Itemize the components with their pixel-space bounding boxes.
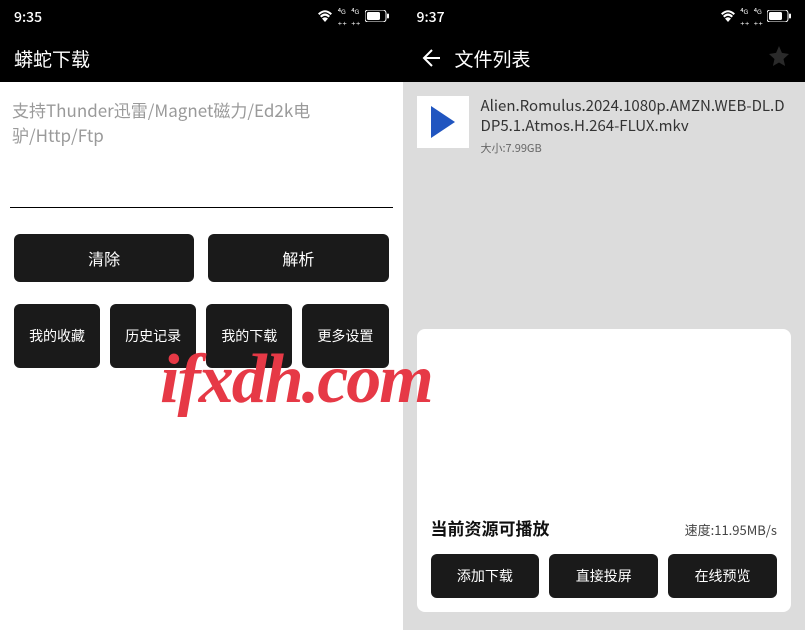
add-download-label: 添加下载 [457, 566, 513, 586]
card-actions: 添加下载 直接投屏 在线预览 [431, 554, 778, 598]
card-status-row: 当前资源可播放 速度:11.95MB/s [431, 515, 778, 540]
primary-actions: 清除 解析 [0, 208, 403, 296]
status-icons: ⁴ᴳ₊₊ ⁴ᴳ₊₊ [720, 7, 791, 27]
downloads-label: 我的下载 [221, 327, 277, 345]
favorites-button[interactable]: 我的收藏 [14, 304, 100, 368]
favorites-label: 我的收藏 [29, 327, 85, 345]
downloads-button[interactable]: 我的下载 [206, 304, 292, 368]
file-list-item[interactable]: Alien.Romulus.2024.1080p.AMZN.WEB-DL.DDP… [403, 82, 805, 170]
battery-icon [767, 7, 791, 27]
screenshot-right: 9:37 ⁴ᴳ₊₊ ⁴ᴳ₊₊ 文件列表 Alien.Romulus.2024.1… [403, 0, 805, 630]
play-icon [417, 96, 469, 148]
secondary-actions: 我的收藏 历史记录 我的下载 更多设置 [0, 296, 403, 382]
url-input[interactable]: 支持Thunder迅雷/Magnet磁力/Ed2k电驴/Http/Ftp [0, 82, 403, 207]
playable-status: 当前资源可播放 [431, 515, 550, 540]
parse-button[interactable]: 解析 [208, 234, 388, 282]
star-icon[interactable] [767, 44, 791, 73]
online-preview-button[interactable]: 在线预览 [668, 554, 777, 598]
signal-icon-2: ⁴ᴳ₊₊ [351, 8, 361, 26]
status-icons: ⁴ᴳ₊₊ ⁴ᴳ₊₊ [317, 7, 388, 27]
screenshot-left: 9:35 ⁴ᴳ₊₊ ⁴ᴳ₊₊ 蟒蛇下载 支持Thunder迅雷/Magnet磁力… [0, 0, 403, 630]
file-info: Alien.Romulus.2024.1080p.AMZN.WEB-DL.DDP… [481, 96, 792, 156]
wifi-icon [720, 7, 736, 27]
history-button[interactable]: 历史记录 [110, 304, 196, 368]
clear-label: 清除 [88, 246, 120, 270]
title-bar: 文件列表 [403, 34, 805, 82]
status-time: 9:37 [417, 7, 445, 27]
preview-label: 在线预览 [695, 566, 751, 586]
wifi-icon [317, 7, 333, 27]
title-bar: 蟒蛇下载 [0, 34, 403, 82]
clear-button[interactable]: 清除 [14, 234, 194, 282]
add-download-button[interactable]: 添加下载 [431, 554, 540, 598]
page-title: 文件列表 [455, 45, 531, 72]
cast-label: 直接投屏 [576, 566, 632, 586]
waveform-area [431, 345, 778, 515]
playback-card: 当前资源可播放 速度:11.95MB/s 添加下载 直接投屏 在线预览 [417, 329, 792, 612]
cast-button[interactable]: 直接投屏 [549, 554, 658, 598]
status-bar: 9:35 ⁴ᴳ₊₊ ⁴ᴳ₊₊ [0, 0, 403, 34]
file-size: 大小:7.99GB [481, 140, 792, 156]
file-name: Alien.Romulus.2024.1080p.AMZN.WEB-DL.DDP… [481, 96, 792, 137]
battery-icon [365, 7, 389, 27]
speed-label: 速度:11.95MB/s [685, 520, 777, 539]
more-settings-button[interactable]: 更多设置 [302, 304, 388, 368]
signal-icon: ⁴ᴳ₊₊ [740, 8, 750, 26]
url-input-placeholder: 支持Thunder迅雷/Magnet磁力/Ed2k电驴/Http/Ftp [12, 97, 310, 147]
app-title: 蟒蛇下载 [14, 45, 90, 72]
signal-icon: ⁴ᴳ₊₊ [337, 8, 347, 26]
signal-icon-2: ⁴ᴳ₊₊ [753, 8, 763, 26]
status-bar: 9:37 ⁴ᴳ₊₊ ⁴ᴳ₊₊ [403, 0, 805, 34]
more-label: 更多设置 [317, 327, 373, 345]
back-arrow-icon[interactable] [417, 46, 441, 70]
status-time: 9:35 [14, 7, 42, 27]
history-label: 历史记录 [125, 327, 181, 345]
parse-label: 解析 [282, 246, 314, 270]
